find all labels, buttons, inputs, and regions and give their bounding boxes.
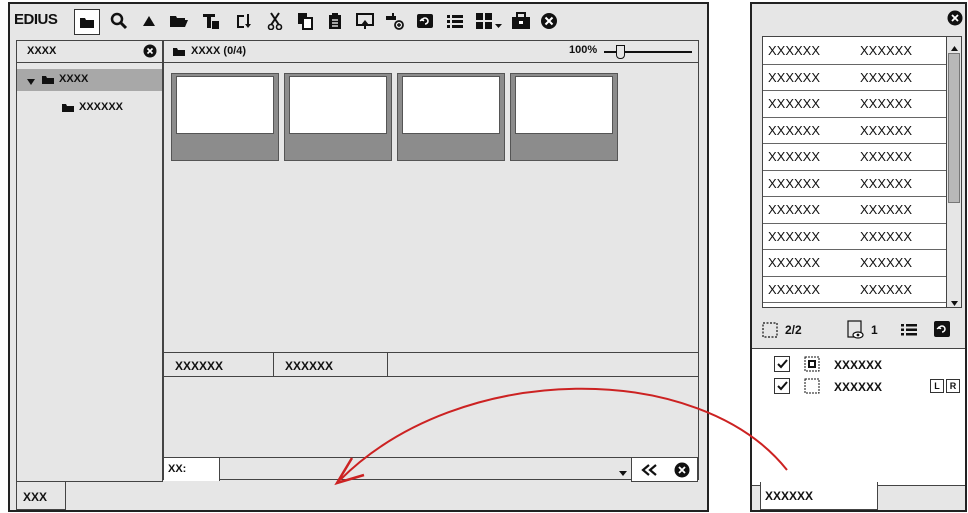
drag-arrow-path: [339, 387, 788, 481]
drag-arrow: [334, 387, 788, 486]
